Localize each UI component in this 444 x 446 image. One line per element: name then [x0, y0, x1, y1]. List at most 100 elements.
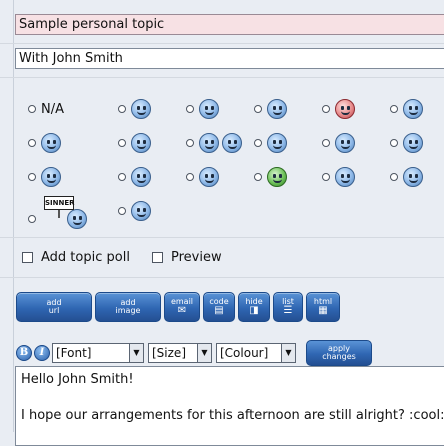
email-button[interactable]: email ✉ — [164, 292, 200, 322]
smiley-option-angry[interactable] — [322, 92, 386, 126]
radio-button[interactable] — [118, 207, 126, 215]
colour-select-value: [Colour] — [220, 346, 269, 360]
description-row: With John Smith — [0, 44, 444, 78]
size-select[interactable]: [Size] ▼ — [148, 343, 212, 363]
smiley-option-sick[interactable] — [254, 160, 318, 194]
radio-button[interactable] — [254, 173, 262, 181]
smiley-option-kiss[interactable] — [118, 160, 182, 194]
radio-button[interactable] — [28, 105, 36, 113]
chevron-down-icon: ▼ — [281, 344, 295, 362]
chevron-down-icon: ▼ — [129, 344, 143, 362]
font-select[interactable]: [Font] ▼ — [52, 343, 144, 363]
preview-checkbox[interactable] — [152, 252, 163, 263]
smiley-option-tongue[interactable] — [28, 126, 92, 160]
smiley-option-lipsrsealed[interactable] — [390, 160, 444, 194]
green-sick-icon — [267, 167, 287, 187]
smiley-option-shocked[interactable] — [118, 126, 182, 160]
grin-icon — [267, 99, 287, 119]
chevron-down-icon: ▼ — [197, 344, 211, 362]
apply-changes-button[interactable]: apply changes — [306, 340, 372, 366]
sinner-post — [58, 210, 60, 218]
kiss-icon — [131, 167, 151, 187]
smiley-option-smile[interactable] — [118, 92, 182, 126]
smiley-option-wink[interactable] — [186, 92, 250, 126]
radio-button[interactable] — [186, 105, 194, 113]
formatting-toolbar: add url add image email ✉ code ▤ hide ◨ … — [16, 292, 340, 326]
smiley-option-rolleyes[interactable] — [322, 160, 386, 194]
smiley-icon — [41, 167, 61, 187]
cheesy-icon — [335, 133, 355, 153]
smiley-option-angel[interactable] — [118, 194, 182, 228]
smiley-picker: N/A — [0, 78, 444, 238]
angry-red-icon — [335, 99, 355, 119]
html-icon: ▦ — [318, 305, 328, 316]
hide-button[interactable]: hide ◨ — [238, 292, 270, 322]
smiley-option-grin[interactable] — [254, 92, 318, 126]
message-line: I hope our arrangements for this afterno… — [21, 408, 444, 423]
font-select-value: [Font] — [56, 346, 92, 360]
message-textarea[interactable]: Hello John Smith! I hope our arrangement… — [15, 366, 444, 446]
preview-option[interactable]: Preview — [152, 250, 222, 265]
radio-button[interactable] — [390, 173, 398, 181]
radio-button[interactable] — [322, 139, 330, 147]
format-row: B I [Font] ▼ [Size] ▼ [Colour] ▼ apply c… — [16, 340, 444, 366]
code-icon: ▤ — [214, 305, 224, 316]
rolleyes-icon — [335, 167, 355, 187]
preview-label: Preview — [171, 250, 222, 265]
smiley-option-embarrassed[interactable] — [186, 160, 250, 194]
add-poll-checkbox[interactable] — [22, 252, 33, 263]
radio-button[interactable] — [118, 105, 126, 113]
hide-icon: ◨ — [249, 305, 259, 316]
tongue-icon — [41, 133, 61, 153]
code-button[interactable]: code ▤ — [203, 292, 235, 322]
shocked-icon — [131, 133, 151, 153]
italic-button[interactable]: I — [34, 345, 50, 361]
sinner-icon — [67, 209, 87, 229]
add-url-button[interactable]: add url — [16, 292, 92, 322]
smiley-option-cheesy[interactable] — [322, 126, 386, 160]
smiley-option-cool[interactable] — [186, 126, 250, 160]
cool-icon — [199, 133, 219, 153]
surprised-icon — [403, 99, 423, 119]
smiley-option-undecided[interactable] — [390, 126, 444, 160]
smiley-option-na[interactable]: N/A — [28, 92, 92, 126]
na-label: N/A — [41, 101, 64, 117]
radio-button[interactable] — [390, 105, 398, 113]
list-button[interactable]: list ☰ — [273, 292, 303, 322]
add-image-button-label-bottom: image — [115, 306, 141, 315]
sad-icon — [267, 133, 287, 153]
add-image-button[interactable]: add image — [95, 292, 161, 322]
add-poll-option[interactable]: Add topic poll — [22, 250, 130, 265]
radio-button[interactable] — [186, 139, 194, 147]
add-url-button-label-bottom: url — [48, 306, 60, 315]
html-button[interactable]: html ▦ — [306, 292, 340, 322]
radio-button[interactable] — [28, 215, 36, 223]
smiley-option-surprised[interactable] — [390, 92, 444, 126]
smiley-option-smiley[interactable] — [28, 160, 92, 194]
size-select-value: [Size] — [152, 346, 186, 360]
topic-input[interactable]: Sample personal topic — [15, 14, 444, 35]
radio-button[interactable] — [322, 173, 330, 181]
radio-button[interactable] — [118, 173, 126, 181]
radio-button[interactable] — [118, 139, 126, 147]
radio-button[interactable] — [28, 139, 36, 147]
email-icon: ✉ — [177, 305, 187, 316]
colour-select[interactable]: [Colour] ▼ — [216, 343, 296, 363]
bold-button[interactable]: B — [16, 345, 32, 361]
radio-button[interactable] — [322, 105, 330, 113]
lipsrsealed-icon — [403, 167, 423, 187]
description-input[interactable]: With John Smith — [15, 48, 444, 69]
topic-row: Sample personal topic — [0, 0, 444, 44]
add-poll-label: Add topic poll — [41, 250, 130, 265]
message-line: Hello John Smith! — [21, 372, 134, 387]
radio-button[interactable] — [254, 139, 262, 147]
smiley-option-sad[interactable] — [254, 126, 318, 160]
apply-label-bottom: changes — [322, 352, 356, 361]
embarrassed-icon — [199, 167, 219, 187]
radio-button[interactable] — [390, 139, 398, 147]
radio-button[interactable] — [28, 173, 36, 181]
radio-button[interactable] — [254, 105, 262, 113]
radio-button[interactable] — [186, 173, 194, 181]
wink-icon — [199, 99, 219, 119]
